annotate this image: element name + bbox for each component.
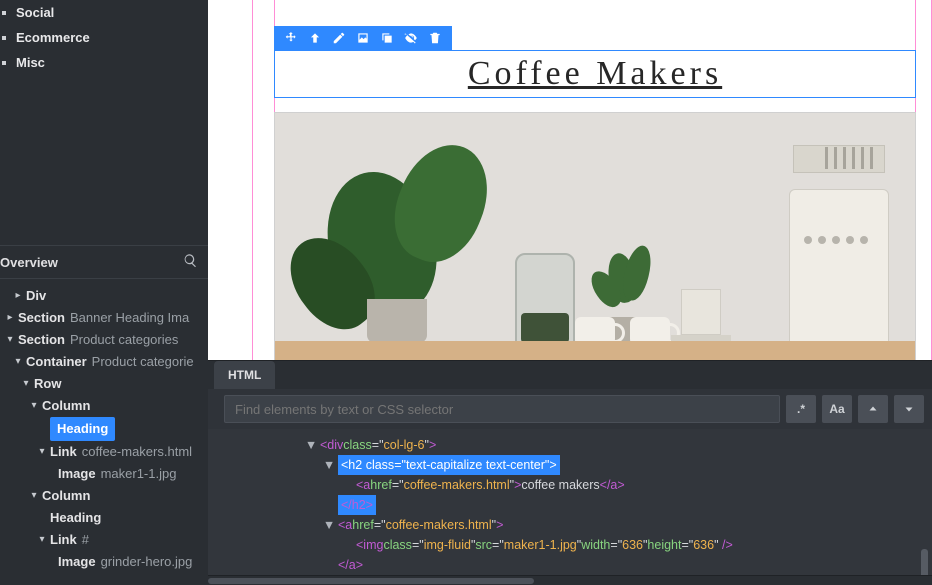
html-panel: HTML .* Aa ▼ <div class="col-lg-6">▼ <h2… bbox=[208, 360, 932, 585]
html-searchbar: .* Aa bbox=[208, 389, 932, 429]
block-group-social[interactable]: Social bbox=[0, 0, 208, 25]
tree-sublabel: grinder-hero.jpg bbox=[101, 551, 193, 573]
tree-row[interactable]: ▾Column bbox=[0, 395, 208, 417]
product-image[interactable] bbox=[274, 112, 916, 360]
copy-icon[interactable] bbox=[380, 31, 394, 45]
tree-row[interactable]: ▾ContainerProduct categorie bbox=[0, 351, 208, 373]
tree-label: Column bbox=[42, 485, 90, 507]
tree-label: Container bbox=[26, 351, 87, 373]
tree-label: Section bbox=[18, 329, 65, 351]
tree-sublabel: # bbox=[82, 529, 89, 551]
code-line[interactable]: </h2> bbox=[304, 495, 932, 515]
tree-sublabel: coffee-makers.html bbox=[82, 441, 192, 463]
code-line[interactable]: <img class="img-fluid" src="maker1-1.jpg… bbox=[304, 535, 932, 555]
block-group-label: Ecommerce bbox=[16, 30, 90, 45]
tree-toggle[interactable]: ▾ bbox=[14, 351, 22, 373]
tree-toggle[interactable]: ▾ bbox=[6, 329, 14, 351]
code-line[interactable]: <a href="coffee-makers.html">coffee make… bbox=[304, 475, 932, 495]
block-categories: Social Ecommerce Misc bbox=[0, 0, 208, 75]
tree-toggle[interactable]: ▾ bbox=[38, 441, 46, 463]
scrollbar-horizontal[interactable] bbox=[208, 575, 932, 585]
tree-row[interactable]: ▾Link# bbox=[0, 529, 208, 551]
tree-row[interactable]: Imagegrinder-hero.jpg bbox=[0, 551, 208, 573]
tree-label: Image bbox=[58, 463, 96, 485]
tree-label: Heading bbox=[50, 417, 115, 441]
tree-sublabel: Product categories bbox=[70, 329, 178, 351]
tree-sublabel: Product categorie bbox=[92, 351, 194, 373]
tree-toggle[interactable]: ▸ bbox=[6, 307, 14, 329]
delete-icon[interactable] bbox=[428, 31, 442, 45]
tree-label: Heading bbox=[50, 507, 101, 529]
hide-icon[interactable] bbox=[404, 31, 418, 45]
next-match-button[interactable] bbox=[894, 395, 924, 423]
edit-icon[interactable] bbox=[332, 31, 346, 45]
tree-row[interactable]: ▸SectionBanner Heading Ima bbox=[0, 307, 208, 329]
block-group-ecommerce[interactable]: Ecommerce bbox=[0, 25, 208, 50]
tree-row[interactable]: ▾Row bbox=[0, 373, 208, 395]
code-line[interactable]: ▼ <a href="coffee-makers.html"> bbox=[304, 515, 932, 535]
code-line[interactable]: </a> bbox=[304, 555, 932, 575]
prev-match-button[interactable] bbox=[858, 395, 888, 423]
up-icon[interactable] bbox=[308, 31, 322, 45]
image-icon[interactable] bbox=[356, 31, 370, 45]
tree-label: Column bbox=[42, 395, 90, 417]
code-line[interactable]: ▼ <div class="col-lg-6"> bbox=[304, 435, 932, 455]
right-area: Coffee Makers HTML bbox=[208, 0, 932, 585]
search-icon[interactable] bbox=[183, 253, 198, 271]
tree-label: Row bbox=[34, 373, 61, 395]
tree-toggle[interactable]: ▾ bbox=[22, 373, 30, 395]
tab-html[interactable]: HTML bbox=[214, 361, 275, 389]
tree-label: Section bbox=[18, 307, 65, 329]
tree-row[interactable]: ▾SectionProduct categories bbox=[0, 329, 208, 351]
left-panel: Social Ecommerce Misc Overview ▸Div▸Sect… bbox=[0, 0, 208, 585]
tree-label: Div bbox=[26, 285, 46, 307]
selection-toolbar bbox=[274, 26, 452, 50]
tree-toggle[interactable]: ▾ bbox=[30, 485, 38, 507]
tree-row[interactable]: ▾Linkcoffee-makers.html bbox=[0, 441, 208, 463]
move-icon[interactable] bbox=[284, 31, 298, 45]
tree-label: Link bbox=[50, 441, 77, 463]
tree-toggle[interactable]: ▾ bbox=[30, 395, 38, 417]
code-line[interactable]: ▼ <h2 class="text-capitalize text-center… bbox=[304, 455, 932, 475]
heading-text: Coffee Makers bbox=[279, 55, 911, 93]
tree-row[interactable]: Heading bbox=[0, 417, 208, 441]
canvas[interactable]: Coffee Makers bbox=[208, 0, 932, 360]
block-group-misc[interactable]: Misc bbox=[0, 50, 208, 75]
regex-button[interactable]: .* bbox=[786, 395, 816, 423]
tree-row[interactable]: ▸Div bbox=[0, 285, 208, 307]
overview-header: Overview bbox=[0, 245, 208, 279]
html-search-input[interactable] bbox=[224, 395, 780, 423]
tree-row[interactable]: Heading bbox=[0, 507, 208, 529]
html-code[interactable]: ▼ <div class="col-lg-6">▼ <h2 class="tex… bbox=[208, 429, 932, 575]
tree-label: Link bbox=[50, 529, 77, 551]
overview-tree: ▸Div▸SectionBanner Heading Ima▾SectionPr… bbox=[0, 279, 208, 573]
tree-toggle[interactable]: ▸ bbox=[14, 285, 22, 307]
selected-heading[interactable]: Coffee Makers bbox=[274, 50, 916, 98]
matchcase-button[interactable]: Aa bbox=[822, 395, 852, 423]
block-group-label: Misc bbox=[16, 55, 45, 70]
tree-sublabel: maker1-1.jpg bbox=[101, 463, 177, 485]
tree-sublabel: Banner Heading Ima bbox=[70, 307, 189, 329]
tree-toggle[interactable]: ▾ bbox=[38, 529, 46, 551]
tree-label: Image bbox=[58, 551, 96, 573]
panel-tabs: HTML bbox=[208, 361, 932, 389]
overview-title: Overview bbox=[0, 255, 58, 270]
tree-row[interactable]: ▾Column bbox=[0, 485, 208, 507]
tree-row[interactable]: Imagemaker1-1.jpg bbox=[0, 463, 208, 485]
block-group-label: Social bbox=[16, 5, 54, 20]
